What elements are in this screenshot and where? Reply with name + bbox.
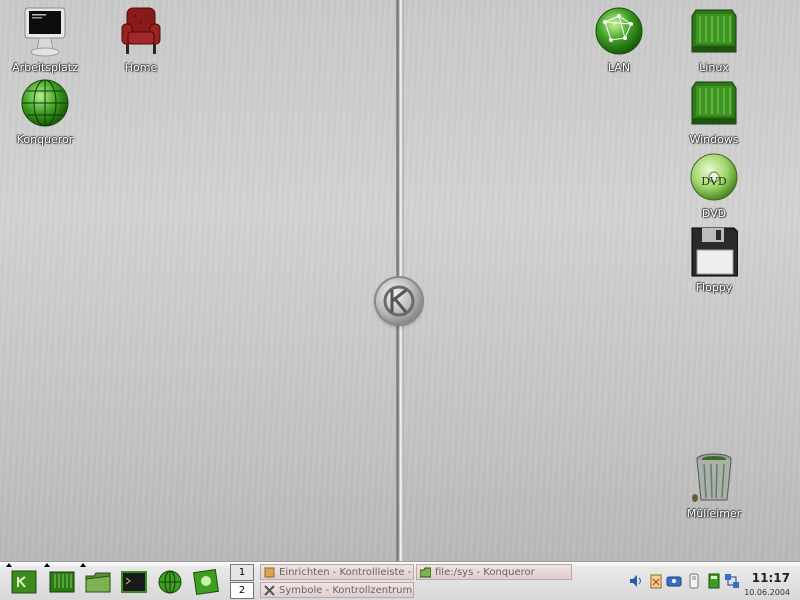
icon-label: DVD [701, 207, 727, 220]
folder-icon [85, 572, 111, 593]
folder-launcher[interactable] [80, 563, 112, 596]
usb-stick-icon[interactable] [686, 573, 702, 589]
kde-gear-logo [376, 278, 422, 324]
desktop-icon-konqueror[interactable]: Konqueror [0, 78, 90, 147]
browser-launcher[interactable] [156, 568, 184, 596]
clock-date: 10.06.2004 [744, 588, 790, 597]
desktop-icon-lan[interactable]: LAN [574, 6, 664, 75]
icon-label: Linux [699, 61, 729, 74]
icon-label: Konqueror [16, 133, 74, 146]
task-label: file:/sys - Konqueror [435, 567, 535, 578]
hard-drive-icon [690, 78, 738, 128]
task-button-kontrollzentrum[interactable]: Symbole - Kontrollzentrum [260, 582, 414, 598]
drive-icon [49, 571, 75, 593]
svg-text:DVD: DVD [701, 175, 727, 188]
clipboard-icon[interactable] [648, 573, 664, 589]
desktop: Arbeitsplatz Home Konqueror LAN Linux Wi… [0, 0, 800, 600]
clock-time[interactable]: 11:17 [752, 571, 790, 585]
task-label: Symbole - Kontrollzentrum [279, 585, 413, 596]
network-globe-icon [595, 6, 643, 56]
keyboard-icon[interactable] [666, 573, 682, 589]
icon-label: Home [124, 61, 158, 74]
task-button-konqueror[interactable]: file:/sys - Konqueror [416, 564, 572, 580]
calculator-icon[interactable] [706, 573, 722, 589]
menu-arrow-icon [80, 563, 86, 567]
kmenu-launcher[interactable] [6, 563, 38, 596]
task-label: Einrichten - Kontrollleiste - [279, 567, 412, 578]
task-button-einrichten[interactable]: Einrichten - Kontrollleiste - [260, 564, 414, 580]
floppy-disk-icon [690, 226, 739, 277]
icon-label: Floppy [695, 281, 733, 294]
globe-icon [21, 78, 69, 128]
kmenu-icon [11, 570, 37, 594]
computer-monitor-icon [21, 6, 69, 57]
desktop-icon-home[interactable]: Home [96, 6, 186, 75]
image-launcher[interactable] [192, 568, 220, 596]
desktop-icon-linux[interactable]: Linux [669, 6, 759, 75]
taskbar-panel: 1 2 Einrichten - Kontrollleiste - file:/… [0, 561, 800, 600]
speaker-icon[interactable] [628, 573, 644, 589]
image-icon [193, 569, 219, 595]
tools-icon [264, 585, 275, 596]
armchair-icon [117, 6, 165, 56]
drive-launcher[interactable] [44, 563, 76, 596]
icon-label: Arbeitsplatz [12, 61, 78, 74]
trash-can-icon [690, 452, 738, 502]
desktop-icon-arbeitsplatz[interactable]: Arbeitsplatz [0, 6, 90, 75]
terminal-icon [121, 571, 147, 593]
dvd-disc-icon: DVD [690, 152, 738, 202]
icon-label: LAN [607, 61, 631, 74]
hard-drive-icon [690, 6, 738, 56]
menu-arrow-icon [6, 563, 12, 567]
network-icon[interactable] [724, 573, 740, 589]
desktop-pager: 1 2 [230, 564, 254, 599]
globe-icon [158, 570, 182, 594]
desktop-icon-trash[interactable]: Mülleimer [669, 452, 759, 521]
desktop-icon-windows[interactable]: Windows [669, 78, 759, 147]
icon-label: Windows [689, 133, 739, 146]
desktop-icon-floppy[interactable]: Floppy [669, 226, 759, 295]
icon-label: Mülleimer [686, 507, 742, 520]
pager-desktop-2[interactable]: 2 [230, 582, 254, 599]
menu-arrow-icon [44, 563, 50, 567]
settings-icon [264, 567, 275, 578]
desktop-icon-dvd[interactable]: DVD DVD [669, 152, 759, 221]
terminal-launcher[interactable] [120, 568, 148, 596]
folder-icon [420, 567, 431, 578]
pager-desktop-1[interactable]: 1 [230, 564, 254, 581]
